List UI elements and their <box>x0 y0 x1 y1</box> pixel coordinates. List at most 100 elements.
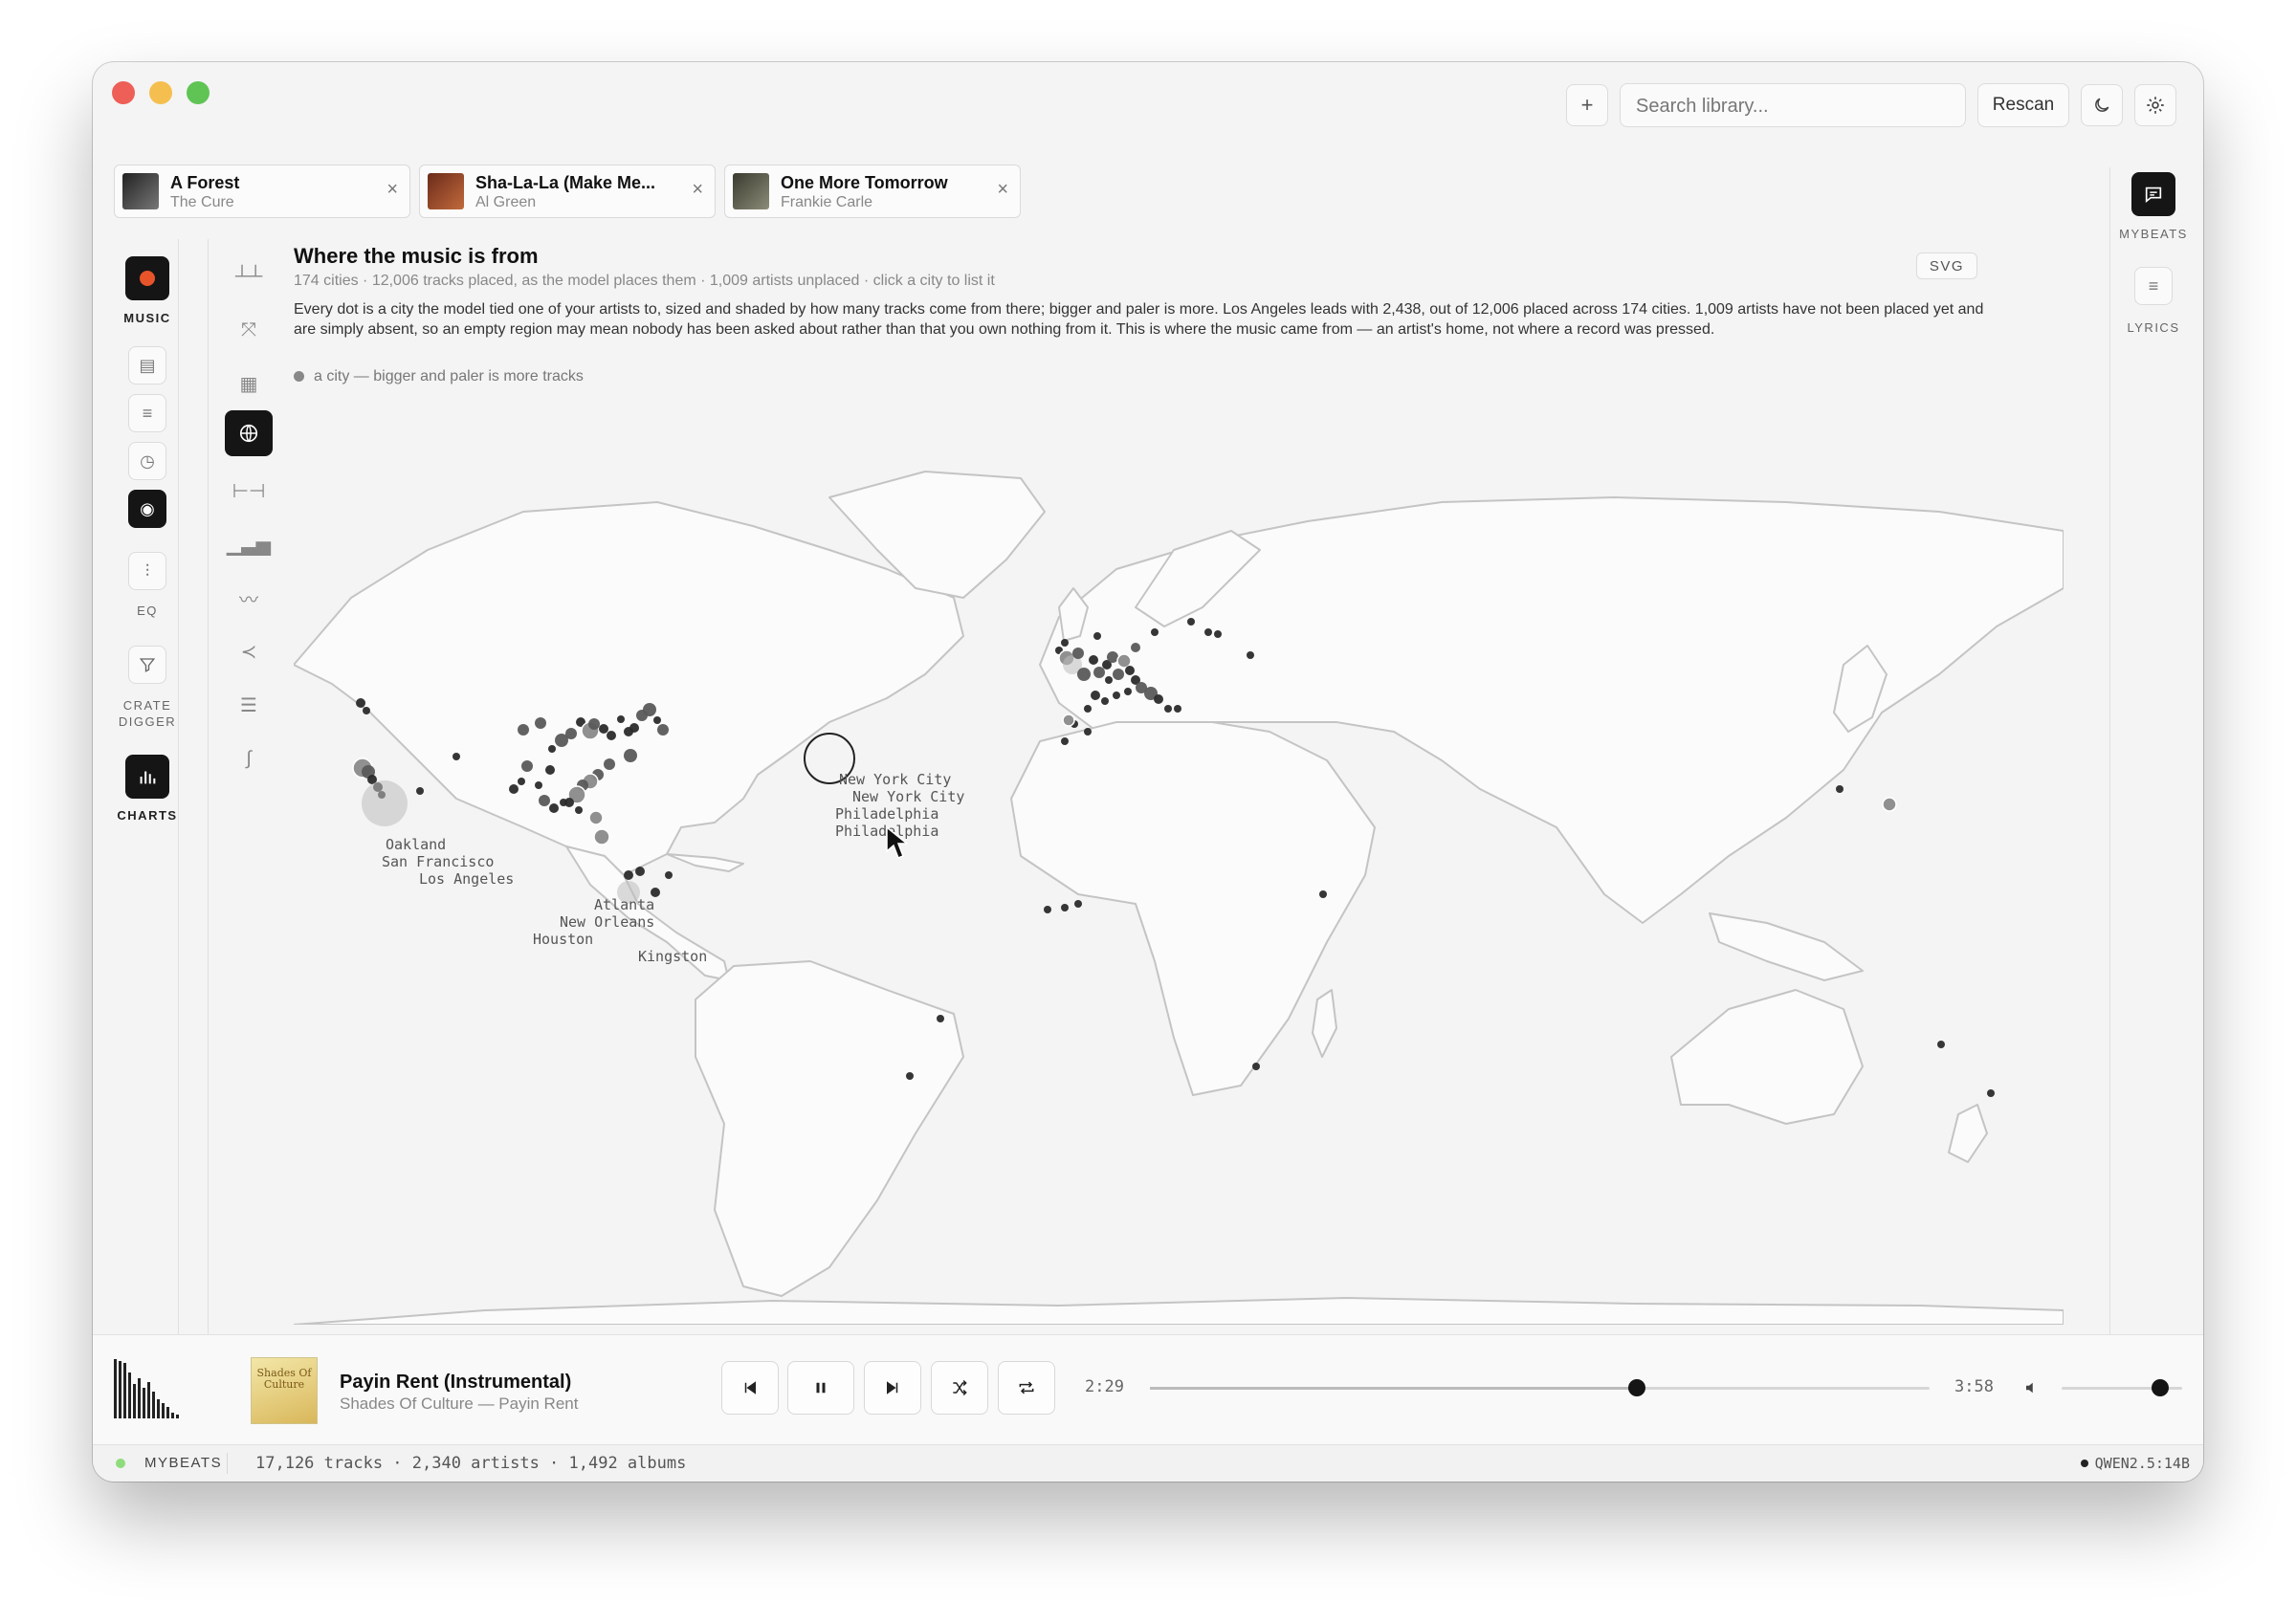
crate-digger-nav-button[interactable] <box>128 646 166 684</box>
city-dot[interactable] <box>1151 628 1159 636</box>
city-dot[interactable] <box>356 698 365 708</box>
city-dot[interactable] <box>1174 705 1181 713</box>
chart-flow-button[interactable]: ≺ <box>225 628 273 674</box>
city-dot[interactable] <box>362 780 408 826</box>
city-dot[interactable] <box>560 799 567 806</box>
chart-treemap-button[interactable]: ▦ <box>225 361 273 406</box>
city-dot[interactable] <box>624 870 633 880</box>
city-dot[interactable] <box>1061 904 1069 911</box>
city-dot[interactable] <box>518 778 525 785</box>
lyrics-panel-button[interactable]: ≡ <box>2134 267 2173 305</box>
search-input[interactable]: Search library... <box>1620 83 1966 127</box>
progress-slider[interactable] <box>1150 1379 1930 1396</box>
shuffle-button[interactable] <box>931 1361 988 1415</box>
chart-network-button[interactable]: ⤧ <box>225 307 273 353</box>
city-dot[interactable] <box>1093 667 1105 678</box>
city-dot[interactable] <box>624 749 637 762</box>
city-dot[interactable] <box>1107 651 1118 663</box>
city-dot[interactable] <box>1154 694 1163 704</box>
city-dot[interactable] <box>1247 651 1254 659</box>
chart-ranking-button[interactable]: ☰ <box>225 682 273 728</box>
city-dot[interactable] <box>607 731 616 740</box>
city-dot[interactable] <box>643 703 656 716</box>
city-dot[interactable] <box>1084 728 1092 736</box>
city-dot[interactable] <box>665 871 673 879</box>
export-svg-button[interactable]: SVG <box>1916 253 1977 279</box>
chart-map-button[interactable] <box>225 410 273 456</box>
library-nav-button[interactable]: ▤ <box>128 346 166 384</box>
city-dot[interactable] <box>653 716 661 724</box>
chart-timeline-button[interactable]: ⊢⊣ <box>225 468 273 514</box>
music-nav-button[interactable] <box>125 256 169 300</box>
city-dot[interactable] <box>1077 668 1091 681</box>
add-button[interactable]: + <box>1566 84 1608 126</box>
settings-button[interactable] <box>2134 84 2176 126</box>
city-dot[interactable] <box>1116 653 1132 669</box>
chart-stream-button[interactable]: ∫ <box>225 736 273 781</box>
city-dot[interactable] <box>1074 900 1082 908</box>
city-dot[interactable] <box>1072 648 1084 659</box>
queue-tab[interactable]: A Forest The Cure × <box>114 165 410 218</box>
city-dot[interactable] <box>604 758 615 770</box>
city-dot[interactable] <box>518 724 529 736</box>
queue-tab[interactable]: Sha-La-La (Make Me... Al Green × <box>419 165 716 218</box>
city-dot[interactable] <box>906 1072 914 1080</box>
queue-tab[interactable]: One More Tomorrow Frankie Carle × <box>724 165 1021 218</box>
city-dot[interactable] <box>545 765 555 775</box>
city-dot[interactable] <box>363 707 370 714</box>
city-dot[interactable] <box>1204 628 1212 636</box>
chart-histogram-button[interactable]: ▁▃▅ <box>225 521 273 567</box>
city-dot[interactable] <box>416 787 424 795</box>
world-map[interactable]: New York City New York City Philadelphia… <box>294 445 2064 1325</box>
close-tab-icon[interactable]: × <box>692 179 703 201</box>
city-dot[interactable] <box>617 715 625 723</box>
city-dot[interactable] <box>1882 797 1897 812</box>
chart-bars-button[interactable]: ┴┴ <box>225 253 273 299</box>
city-dot[interactable] <box>1084 705 1092 713</box>
city-dot[interactable] <box>1125 666 1135 675</box>
close-window-button[interactable] <box>112 81 135 104</box>
city-dot[interactable] <box>535 781 542 789</box>
city-dot[interactable] <box>1937 1041 1945 1048</box>
city-dot[interactable] <box>1101 697 1109 705</box>
city-dot[interactable] <box>1987 1089 1995 1097</box>
mybeats-panel-button[interactable] <box>2131 172 2175 216</box>
city-dot[interactable] <box>1091 691 1100 700</box>
theme-toggle-button[interactable] <box>2081 84 2123 126</box>
history-nav-button[interactable]: ◷ <box>128 442 166 480</box>
city-dot[interactable] <box>1113 692 1120 699</box>
city-dot[interactable] <box>1252 1063 1260 1070</box>
city-dot[interactable] <box>593 828 610 845</box>
city-dot[interactable] <box>453 753 460 760</box>
city-dot[interactable] <box>1061 737 1069 745</box>
previous-button[interactable] <box>721 1361 779 1415</box>
radio-nav-button[interactable]: ◉ <box>128 490 166 528</box>
city-dot[interactable] <box>1319 890 1327 898</box>
city-dot[interactable] <box>1061 639 1069 647</box>
city-dot[interactable] <box>937 1015 944 1022</box>
pause-button[interactable] <box>787 1361 854 1415</box>
city-dot[interactable] <box>549 803 559 813</box>
progress-handle[interactable] <box>1628 1379 1646 1396</box>
city-dot[interactable] <box>1062 714 1075 727</box>
city-dot[interactable] <box>1089 655 1098 665</box>
city-dot[interactable] <box>1124 688 1132 695</box>
city-dot[interactable] <box>1105 676 1113 684</box>
close-tab-icon[interactable]: × <box>386 179 398 201</box>
city-dot[interactable] <box>1044 906 1051 913</box>
city-dot[interactable] <box>1836 785 1843 793</box>
zoom-window-button[interactable] <box>187 81 210 104</box>
repeat-button[interactable] <box>998 1361 1055 1415</box>
city-dot[interactable] <box>1093 632 1101 640</box>
volume-handle[interactable] <box>2152 1379 2170 1396</box>
chart-line-button[interactable]: 〰 <box>225 575 273 621</box>
city-dot[interactable] <box>565 728 577 739</box>
city-dot[interactable] <box>575 806 583 814</box>
queue-nav-button[interactable]: ≡ <box>128 394 166 432</box>
city-dot[interactable] <box>588 810 604 825</box>
volume-slider[interactable] <box>2062 1379 2182 1396</box>
city-dot[interactable] <box>599 724 608 734</box>
close-tab-icon[interactable]: × <box>997 179 1008 201</box>
city-dot[interactable] <box>1164 705 1172 713</box>
city-dot[interactable] <box>635 867 645 876</box>
